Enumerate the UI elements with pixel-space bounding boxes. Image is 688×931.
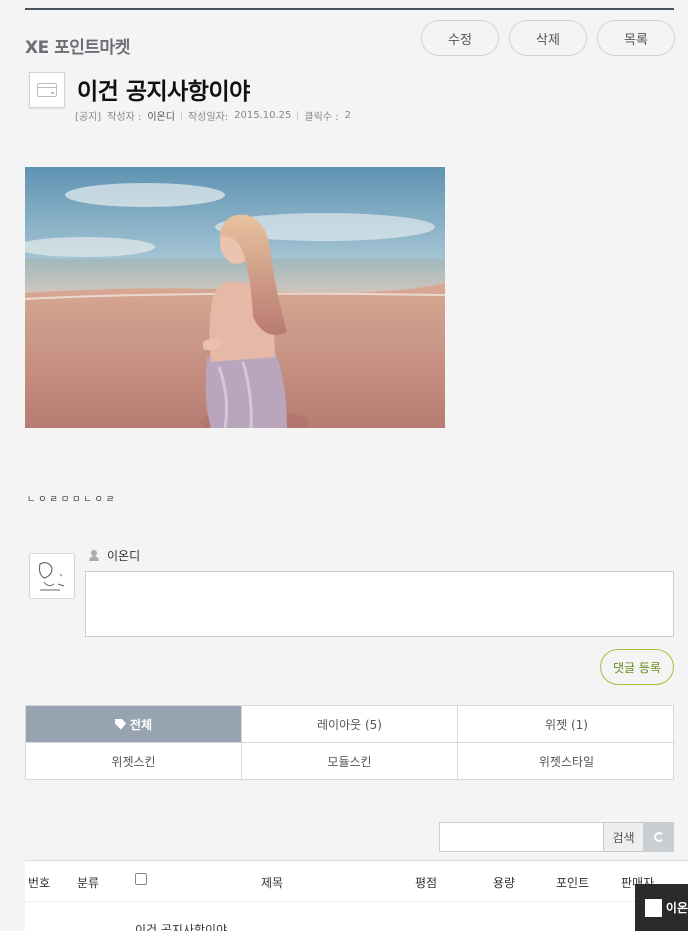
post-title: 이건 공지사항이야: [77, 79, 250, 105]
select-all-checkbox[interactable]: [135, 873, 147, 885]
tag-icon: [114, 718, 126, 730]
author-label: 작성자 :: [107, 112, 142, 123]
category-widget[interactable]: 위젯 (1): [458, 706, 675, 743]
col-number: 번호: [28, 876, 51, 890]
col-point[interactable]: 포인트: [556, 874, 589, 891]
top-divider: [25, 8, 674, 10]
col-category: 분류: [77, 876, 100, 890]
category-nav: 전체 레이아웃 (5) 위젯 (1) 위젯스킨 모듈스킨 위젯스타일: [25, 705, 675, 780]
meta-separator: [180, 111, 182, 120]
floating-user-name: 이온: [665, 901, 688, 915]
post-image: [25, 167, 445, 428]
notice-tag: [공지]: [75, 112, 102, 123]
delete-button[interactable]: 삭제: [509, 20, 587, 56]
category-widget-skin[interactable]: 위젯스킨: [26, 743, 242, 780]
search-input[interactable]: [439, 822, 604, 852]
table-header: 번호 분류 제목 평점 용량 포인트 판매자: [25, 861, 688, 902]
commenter-avatar: [29, 553, 75, 599]
view-count: 2: [344, 110, 351, 121]
avatar: [645, 898, 662, 917]
list-button[interactable]: 목록: [597, 20, 675, 56]
col-rating[interactable]: 평점: [415, 874, 437, 891]
category-all[interactable]: 전체: [26, 706, 242, 743]
comment-user: 이온디: [89, 547, 140, 564]
category-label: 전체: [129, 717, 153, 732]
comment-submit-button[interactable]: 댓글 등록: [600, 649, 674, 685]
post-meta: [공지] 작성자 : 이온디 작성일자: 2015.10.25 클릭수 : 2: [75, 108, 351, 123]
edit-button[interactable]: 수정: [421, 20, 499, 56]
meta-separator: [297, 111, 299, 120]
comment-textarea[interactable]: [85, 571, 674, 637]
board-table: 번호 분류 제목 평점 용량 포인트 판매자 이건 공지사항이야: [25, 860, 688, 931]
post-card-icon: [29, 72, 65, 108]
refresh-icon: [653, 832, 664, 842]
col-size[interactable]: 용량: [493, 874, 515, 891]
post-body: ㄴㅇㄹㅁㅁㄴㅇㄹ: [27, 495, 118, 505]
category-widget-style[interactable]: 위젯스타일: [458, 743, 675, 780]
category-module-skin[interactable]: 모듈스킨: [242, 743, 458, 780]
post-date: 2015.10.25: [234, 110, 292, 121]
user-icon: [89, 550, 99, 561]
col-title[interactable]: 제목: [261, 874, 283, 891]
floating-user-badge[interactable]: 이온: [635, 884, 688, 931]
reset-button[interactable]: [643, 822, 674, 852]
author-name[interactable]: 이온디: [147, 108, 175, 123]
table-row-title[interactable]: 이건 공지사항이야: [135, 921, 227, 931]
date-label: 작성일자:: [187, 112, 229, 123]
category-layout[interactable]: 레이아웃 (5): [242, 706, 458, 743]
board-title: XE 포인트마켓: [25, 38, 130, 58]
comment-user-name: 이온디: [107, 549, 141, 563]
views-label: 클릭수 :: [304, 112, 339, 123]
search-button[interactable]: 검색: [603, 822, 644, 852]
